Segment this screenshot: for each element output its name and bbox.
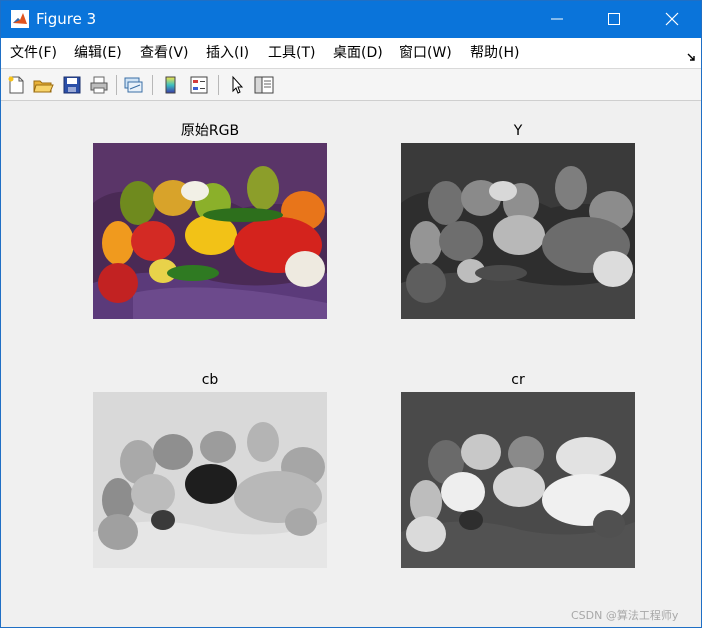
close-button[interactable] — [644, 1, 700, 38]
link-plot-icon[interactable] — [122, 74, 144, 96]
subplot-cb-image[interactable] — [93, 392, 327, 568]
menu-bar: 文件(F) 编辑(E) 查看(V) 插入(I) 工具(T) 桌面(D) 窗口(W… — [1, 38, 701, 69]
toolbar-separator — [116, 75, 117, 95]
minimize-icon — [551, 18, 563, 20]
title-bar[interactable]: Figure 3 — [1, 1, 701, 38]
subplot-cr-image[interactable] — [401, 392, 635, 568]
dock-arrow-icon[interactable] — [687, 48, 697, 67]
menu-help[interactable]: 帮助(H) — [470, 45, 519, 61]
open-file-icon[interactable] — [32, 74, 54, 96]
pointer-icon[interactable] — [227, 74, 249, 96]
matlab-logo-icon — [11, 10, 29, 28]
maximize-icon — [608, 13, 620, 25]
menu-tools[interactable]: 工具(T) — [268, 45, 315, 61]
print-icon[interactable] — [88, 74, 110, 96]
subplot-title-y: Y — [513, 123, 523, 139]
menu-view[interactable]: 查看(V) — [140, 45, 189, 61]
toolbar — [1, 69, 701, 101]
subplot-title-cr: cr — [511, 372, 525, 388]
close-icon — [665, 12, 679, 26]
figure-canvas[interactable]: 原始RGB Y cb cr CSDN @算法工程师y — [1, 101, 701, 627]
new-figure-icon[interactable] — [5, 74, 27, 96]
figure-window: Figure 3 文件(F) 编辑(E) 查看(V) 插入(I) 工具(T) 桌… — [0, 0, 702, 628]
colorbar-icon[interactable] — [160, 74, 182, 96]
menu-window[interactable]: 窗口(W) — [399, 45, 452, 61]
watermark-text: CSDN @算法工程师y — [571, 609, 679, 622]
save-icon[interactable] — [61, 74, 83, 96]
legend-icon[interactable] — [188, 74, 210, 96]
menu-edit[interactable]: 编辑(E) — [74, 45, 122, 61]
subplot-title-cb: cb — [201, 372, 219, 388]
property-inspector-icon[interactable] — [253, 74, 275, 96]
subplot-title-rgb: 原始RGB — [180, 123, 240, 139]
minimize-button[interactable] — [529, 1, 585, 38]
subplot-rgb-image[interactable] — [93, 143, 327, 319]
menu-insert[interactable]: 插入(I) — [206, 45, 249, 61]
window-title: Figure 3 — [36, 10, 97, 28]
menu-file[interactable]: 文件(F) — [10, 45, 57, 61]
maximize-button[interactable] — [586, 1, 642, 38]
toolbar-separator — [152, 75, 153, 95]
menu-desktop[interactable]: 桌面(D) — [333, 45, 383, 61]
toolbar-separator — [218, 75, 219, 95]
subplot-y-image[interactable] — [401, 143, 635, 319]
